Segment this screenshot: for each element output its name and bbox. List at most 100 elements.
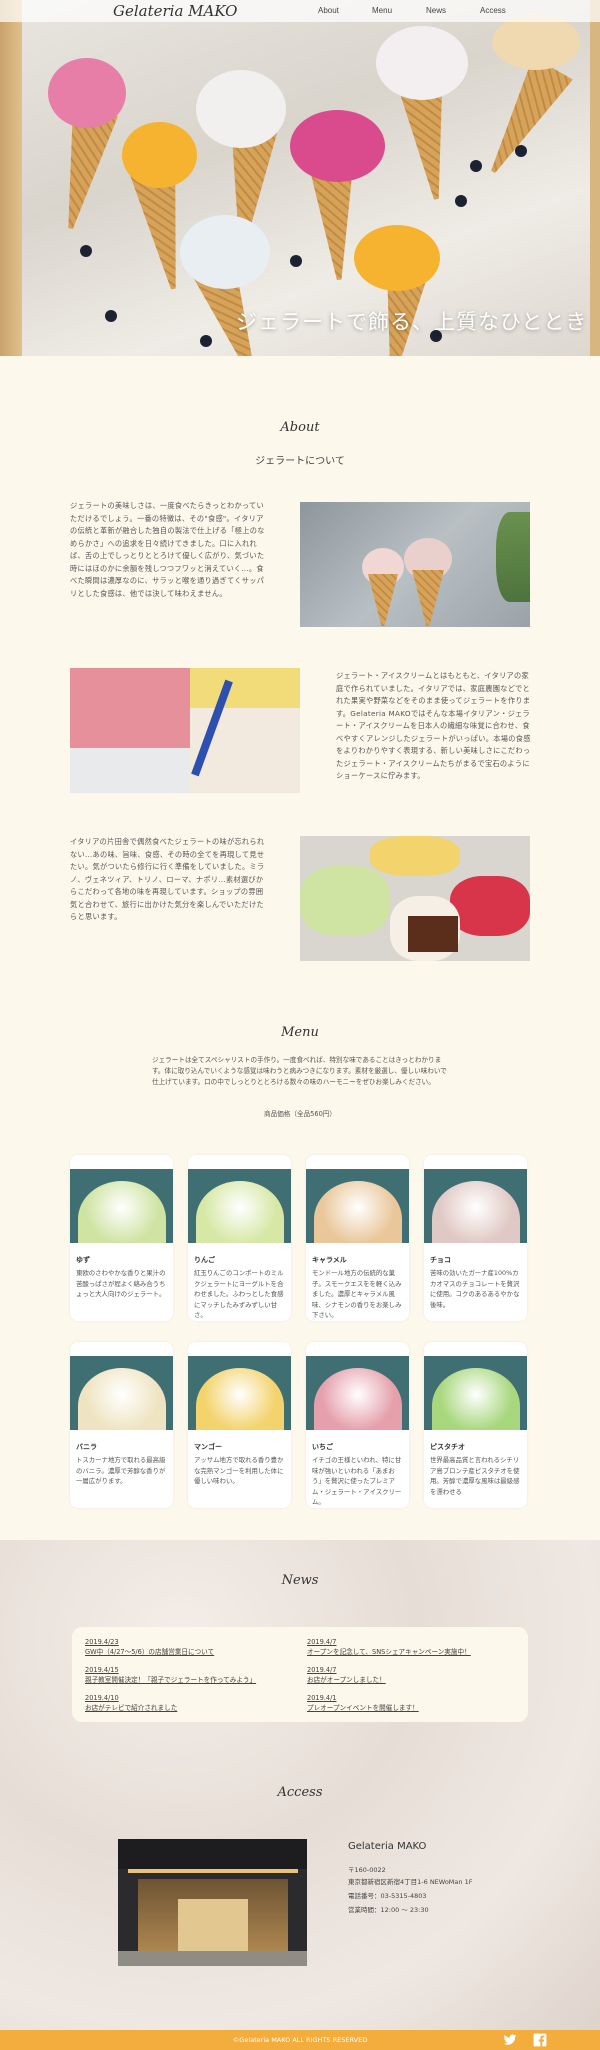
news-date: 2019.4/23	[85, 1638, 119, 1646]
access-title: Access	[277, 1785, 323, 1800]
gelato-scoop	[432, 1181, 520, 1243]
berry	[200, 335, 212, 347]
about-subtitle: ジェラートについて	[255, 456, 345, 467]
gelato-photo	[424, 1356, 527, 1430]
news-item[interactable]: 2019.4/10 お店がテレビで紹介されました	[85, 1693, 177, 1713]
nav-about[interactable]: About	[318, 6, 372, 15]
menu-card[interactable]: マンゴーアッサム地方で取れる香り豊かな完熟マンゴーを利用した体に優しい味わい。	[188, 1342, 291, 1508]
menu-item-name: マンゴー	[194, 1443, 222, 1451]
gelato-scoop	[314, 1181, 402, 1243]
scoop-image	[122, 122, 197, 188]
gelato-scoop	[196, 1368, 284, 1430]
site-logo[interactable]: Gelateria MAKO	[113, 2, 237, 20]
about-text: ジェラートの美味しさは、一度食べたらきっとわかっていただけるでしょう。一番の特徴…	[70, 501, 265, 598]
gelato-photo	[306, 1356, 409, 1430]
menu-card[interactable]: チョコ 苦味の効いたガーナ産100%カカオマスのチョコレートを贅沢に使用。コクのあ…	[424, 1155, 527, 1321]
hero-banner: ジェラートで飾る、上質なひととき	[0, 0, 600, 356]
about-photo	[300, 502, 530, 627]
gelato-photo	[70, 1356, 173, 1430]
menu-card[interactable]: ピスタチオ世界最高品質と言われるシチリア島ブロンテ産ピスタチオを使用。芳醇で濃厚…	[424, 1342, 527, 1508]
scoop-image	[354, 225, 440, 291]
menu-card[interactable]: キャラメルモンドール地方の伝統的な菓子。スモークエスをを軽く込みました。濃厚とキ…	[306, 1155, 409, 1321]
facebook-icon[interactable]	[533, 2033, 547, 2047]
news-item[interactable]: 2019.4/7 お店がオープンしました！	[307, 1665, 386, 1685]
scoop-image	[48, 58, 126, 128]
nav-menu[interactable]: Menu	[372, 6, 426, 15]
about-title: About	[280, 420, 320, 435]
news-link[interactable]: GW中（4/27〜5/6）の店舗営業日について	[85, 1647, 214, 1657]
menu-item-name: ピスタチオ	[430, 1443, 465, 1451]
berry	[515, 145, 527, 157]
postal-code: 〒160-0022	[348, 1866, 386, 1874]
about-photo	[70, 668, 300, 793]
phone: 電話番号：03-5315-4803	[348, 1892, 427, 1900]
about-photo	[300, 836, 530, 961]
nav-access[interactable]: Access	[480, 6, 534, 15]
news-date: 2019.4/10	[85, 1694, 119, 1702]
cone-image	[473, 57, 573, 184]
news-link[interactable]: プレオープンイベントを開催します！	[307, 1703, 419, 1713]
menu-price: 商品価格（全品560円）	[264, 1110, 336, 1118]
gelato-photo	[306, 1169, 409, 1243]
twitter-icon[interactable]	[503, 2033, 517, 2047]
news-link[interactable]: お店がオープンしました！	[307, 1675, 386, 1685]
gelato-photo	[188, 1169, 291, 1243]
menu-item-name: バニラ	[76, 1443, 97, 1451]
gelato-photo	[70, 1169, 173, 1243]
menu-title: Menu	[281, 1025, 319, 1040]
news-item[interactable]: 2019.4/15 親子教室開催決定！「親子でジェラートを作ってみよう」	[85, 1665, 256, 1685]
news-link[interactable]: お店がテレビで紹介されました	[85, 1703, 177, 1713]
scoop-image	[376, 26, 468, 100]
berry	[470, 160, 482, 172]
scoop-image	[180, 215, 270, 289]
news-item[interactable]: 2019.4/1 プレオープンイベントを開催します！	[307, 1693, 419, 1713]
news-title: News	[281, 1573, 319, 1588]
berry	[455, 195, 467, 207]
menu-card[interactable]: バニラトスカーナ地方で取れる最高級のバニラ。濃厚で芳醇な香りが一層広がります。	[70, 1342, 173, 1508]
news-date: 2019.4/1	[307, 1694, 337, 1702]
berry	[290, 255, 302, 267]
menu-card[interactable]: りんご紅玉りんごのコンポートのミルクジェラートにヨーグルトを合わせました。ふわっ…	[188, 1155, 291, 1321]
menu-item-name: キャラメル	[312, 1256, 347, 1264]
news-link[interactable]: オープンを記念して、SNSシェアキャンペーン実施中！	[307, 1647, 471, 1657]
site-header: Gelateria MAKO About Menu News Access	[0, 0, 600, 22]
berry	[105, 310, 117, 322]
wood-edge	[0, 0, 22, 356]
address: 東京都新宿区新宿4丁目1-6 NEWoMan 1F	[348, 1878, 473, 1886]
nav-news[interactable]: News	[426, 6, 480, 15]
scoop-image	[196, 70, 286, 148]
menu-item-desc: アッサム地方で取れる香り豊かな完熟マンゴーを利用した体に優しい味わい。	[194, 1456, 284, 1485]
news-link[interactable]: 親子教室開催決定！「親子でジェラートを作ってみよう」	[85, 1675, 256, 1685]
menu-item-name: チョコ	[430, 1256, 451, 1264]
store-name: Gelateria MAKO	[348, 1841, 427, 1852]
gelato-photo	[424, 1169, 527, 1243]
news-item[interactable]: 2019.4/23 GW中（4/27〜5/6）の店舗営業日について	[85, 1637, 214, 1657]
menu-item-desc: モンドール地方の伝統的な菓子。スモークエスをを軽く込みました。濃厚とキャラメル風…	[312, 1269, 402, 1319]
news-date: 2019.4/15	[85, 1666, 119, 1674]
gelato-scoop	[432, 1368, 520, 1430]
news-date: 2019.4/7	[307, 1638, 337, 1646]
menu-item-desc: 東欧のさわやかな香りと果汁の苦酸っぱさが程よく絡み合うちょっと大人向けのジェラー…	[76, 1269, 166, 1298]
menu-card[interactable]: いちごイチゴの王様といわれ、特に甘味が強いといわれる「あまおう」を贅沢に使ったプ…	[306, 1342, 409, 1508]
menu-item-desc: イチゴの王様といわれ、特に甘味が強いといわれる「あまおう」を贅沢に使ったプレミア…	[312, 1456, 402, 1506]
scoop-image	[492, 14, 580, 70]
berry	[80, 245, 92, 257]
menu-card[interactable]: ゆず 東欧のさわやかな香りと果汁の苦酸っぱさが程よく絡み合うちょっと大人向けのジェ…	[70, 1155, 173, 1321]
menu-item-desc: トスカーナ地方で取れる最高級のバニラ。濃厚で芳醇な香りが一層広がります。	[76, 1456, 166, 1485]
gelato-scoop	[78, 1181, 166, 1243]
hours: 営業時間：12:00 〜 23:30	[348, 1906, 429, 1914]
menu-intro: ジェラートは全てスペシャリストの手作り。一度食べれば、特別な味であることはきっと…	[152, 1056, 447, 1086]
scoop-image	[290, 110, 385, 182]
menu-item-desc: 紅玉りんごのコンポートのミルクジェラートにヨーグルトを合わせました。ふわっとした…	[194, 1269, 284, 1319]
gelato-scoop	[314, 1368, 402, 1430]
wood-edge	[590, 0, 600, 356]
news-item[interactable]: 2019.4/7 オープンを記念して、SNSシェアキャンペーン実施中！	[307, 1637, 471, 1657]
gelato-photo	[188, 1356, 291, 1430]
menu-item-name: りんご	[194, 1256, 215, 1264]
menu-item-name: いちご	[312, 1443, 333, 1451]
gelato-scoop	[196, 1181, 284, 1243]
about-text: イタリアの片田舎で偶然食べたジェラートの味が忘れられない…あの味、旨味、食感、そ…	[70, 837, 265, 921]
menu-item-desc: 世界最高品質と言われるシチリア島ブロンテ産ピスタチオを使用。芳醇で濃厚な風味は最…	[430, 1456, 520, 1496]
gelato-scoop	[78, 1368, 166, 1430]
hero-title: ジェラートで飾る、上質なひととき	[236, 310, 588, 334]
